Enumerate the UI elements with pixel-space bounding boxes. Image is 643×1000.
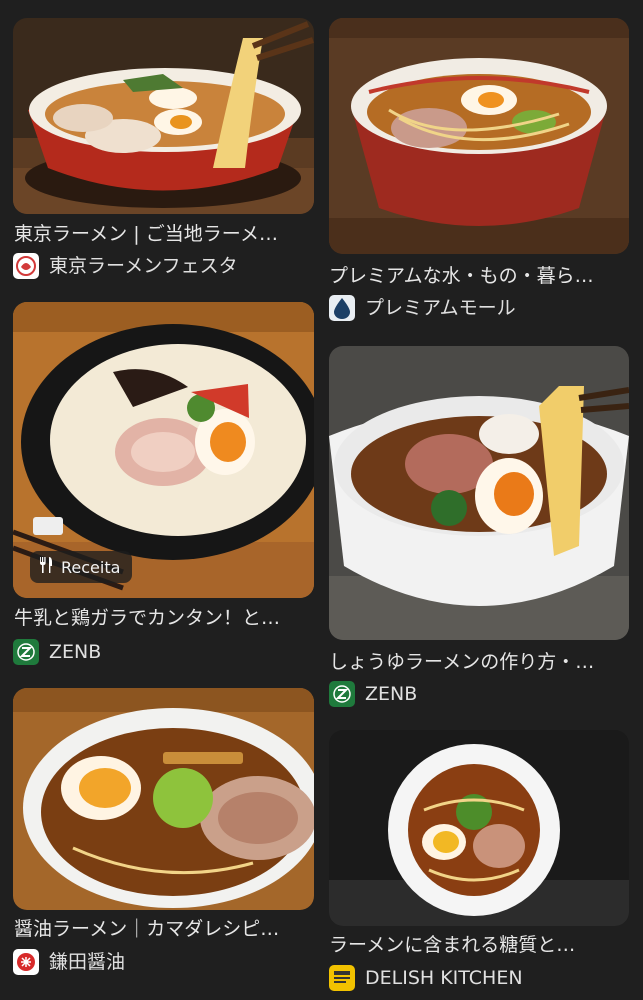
result-source[interactable]: 東京ラーメンフェスタ [13, 253, 238, 279]
result-title[interactable]: しょうゆラーメンの作り方・… [329, 650, 629, 674]
result-image[interactable] [329, 18, 629, 254]
kamada-favicon-icon [13, 949, 39, 975]
result-image[interactable] [329, 346, 629, 640]
result-title[interactable]: 東京ラーメン | ご当地ラーメ… [14, 222, 314, 246]
source-name: 東京ラーメンフェスタ [49, 255, 238, 277]
ramen-fes-favicon-icon [13, 253, 39, 279]
result-image[interactable] [13, 18, 314, 214]
source-name: ZENB [365, 683, 418, 705]
result-source[interactable]: ZENB [13, 639, 101, 665]
zenb-favicon-icon [13, 639, 39, 665]
result-title[interactable]: ラーメンに含まれる糖質と… [329, 933, 629, 957]
water-drop-favicon-icon [329, 295, 355, 321]
fork-knife-icon [38, 556, 54, 578]
delish-kitchen-favicon-icon [329, 965, 355, 991]
zenb-favicon-icon [329, 681, 355, 707]
result-source[interactable]: プレミアムモール [329, 295, 516, 321]
result-title[interactable]: 牛乳と鶏ガラでカンタン！と… [14, 606, 314, 630]
source-name: 鎌田醤油 [49, 951, 126, 973]
source-name: ZENB [49, 641, 102, 663]
result-image[interactable] [329, 730, 629, 926]
result-title[interactable]: プレミアムな水・もの・暮ら… [329, 264, 629, 288]
result-source[interactable]: 鎌田醤油 [13, 949, 125, 975]
source-name: プレミアムモール [365, 297, 516, 319]
result-source[interactable]: ZENB [329, 681, 417, 707]
result-title[interactable]: 醤油ラーメン｜カマダレシピ… [14, 917, 314, 941]
recipe-badge: Receita [30, 551, 133, 583]
source-name: DELISH KITCHEN [365, 967, 523, 989]
recipe-badge-label: Receita [61, 557, 121, 577]
result-image[interactable] [13, 688, 314, 910]
result-source[interactable]: DELISH KITCHEN [329, 965, 523, 991]
